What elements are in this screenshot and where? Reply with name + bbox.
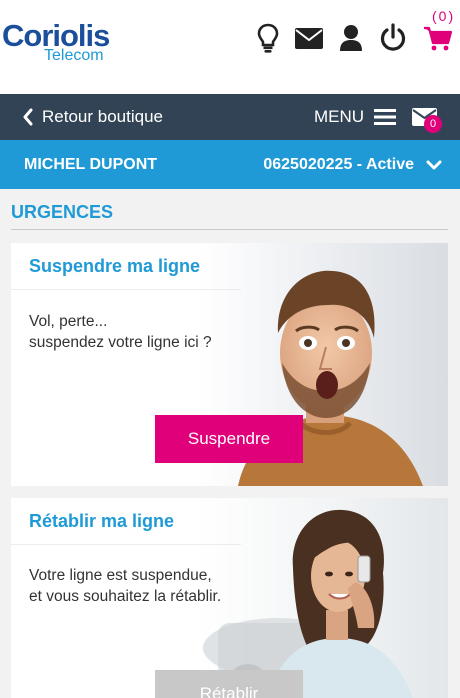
section-title: URGENCES xyxy=(11,202,114,222)
menu-label: MENU xyxy=(313,107,364,126)
restore-card-divider xyxy=(11,544,241,545)
menu-button[interactable]: MENU xyxy=(314,94,396,140)
restore-card-title: Rétablir ma ligne xyxy=(29,511,175,531)
back-label: Retour boutique xyxy=(42,107,163,126)
chevron-left-icon xyxy=(23,108,33,126)
header: Coriolis Telecom (0) xyxy=(0,0,460,94)
restore-line-card: Rétablir ma ligne Votre ligne est suspen… xyxy=(11,498,448,698)
line-selector[interactable]: 0625020225 - Active xyxy=(263,140,442,189)
suspend-line-card: Suspendre ma ligne Vol, perte... suspend… xyxy=(11,243,448,486)
back-to-shop-link[interactable]: Retour boutique xyxy=(22,94,163,140)
cart-icon[interactable] xyxy=(423,22,453,54)
restore-text-line2: et vous souhaitez la rétablir. xyxy=(29,588,222,605)
suspend-card-text: Vol, perte... suspendez votre ligne ici … xyxy=(29,311,212,353)
user-name: MICHEL DUPONT xyxy=(24,156,158,173)
top-nav: Retour boutique MENU xyxy=(0,94,460,140)
restore-button[interactable]: Rétablir xyxy=(155,670,303,698)
restore-card-text: Votre ligne est suspendue, et vous souha… xyxy=(29,565,221,607)
lightbulb-icon[interactable] xyxy=(254,22,286,54)
mail-icon[interactable] xyxy=(294,22,324,54)
user-icon[interactable] xyxy=(338,22,364,54)
cart-count: (0) xyxy=(432,8,456,24)
section-divider xyxy=(11,229,448,230)
user-bar: MICHEL DUPONT 0625020225 - Active xyxy=(0,140,460,189)
chevron-down-icon xyxy=(426,160,442,169)
suspend-card-title: Suspendre ma ligne xyxy=(29,256,201,276)
suspend-card-divider xyxy=(11,289,241,290)
hamburger-icon xyxy=(374,109,396,125)
suspend-button[interactable]: Suspendre xyxy=(155,415,303,463)
restore-text-line1: Votre ligne est suspendue, xyxy=(29,567,212,584)
logo-sub-text: Telecom xyxy=(44,47,104,64)
suspend-text-line2: suspendez votre ligne ici ? xyxy=(29,334,212,351)
coriolis-logo[interactable]: Coriolis Telecom xyxy=(2,18,114,66)
woman-on-phone-photo xyxy=(198,498,448,698)
suspend-text-line1: Vol, perte... xyxy=(29,313,108,330)
power-icon[interactable] xyxy=(379,22,407,54)
message-count-badge: 0 xyxy=(424,115,442,133)
line-status: 0625020225 - Active xyxy=(263,155,414,173)
